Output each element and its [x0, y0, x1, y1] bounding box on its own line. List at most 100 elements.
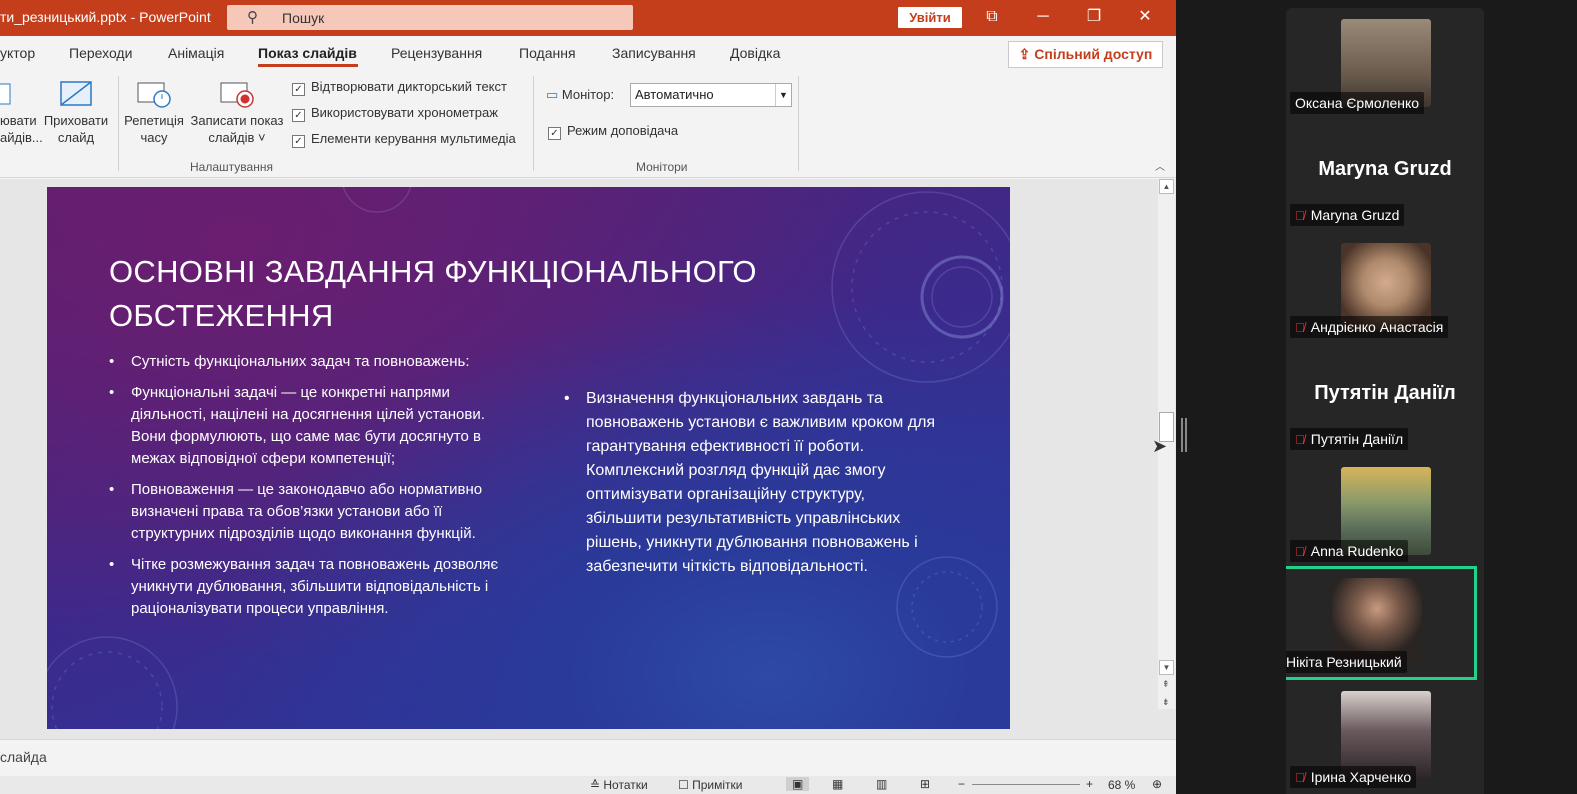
tab-slideshow[interactable]: Показ слайдів [258, 45, 357, 61]
share-label: Спільний доступ [1034, 46, 1153, 62]
use-timings-checkbox[interactable]: ✓ Використовувати хронометраж [292, 105, 498, 122]
participant-tile[interactable]: Maryna Gruzd 🎙̸ Maryna Gruzd [1286, 120, 1484, 232]
mic-muted-icon: 🎙̸ [1295, 770, 1305, 785]
monitor-label-wrap: ▭ Монітор: [546, 87, 614, 103]
tab-review[interactable]: Рецензування [391, 45, 482, 61]
tab-animations[interactable]: Анімація [168, 45, 224, 61]
participant-name-text: Оксана Єрмоленко [1295, 95, 1420, 111]
prev-slide-icon[interactable]: ⇞ [1162, 679, 1170, 690]
zoom-slider[interactable] [972, 784, 1080, 785]
notes-pane[interactable]: слайда [0, 739, 1176, 775]
play-narrations-label: Відтворювати дикторський текст [311, 79, 507, 94]
next-slide-icon[interactable]: ⇟ [1162, 697, 1170, 708]
tab-design[interactable]: уктор [0, 45, 35, 61]
share-button[interactable]: ⇪ Спільний доступ [1008, 41, 1163, 68]
hide-slide-icon [60, 81, 92, 106]
list-item: Визначення функціональних завдань та пов… [564, 387, 944, 579]
monitor-value: Автоматично [635, 87, 714, 102]
list-item: Чітке розмежування задач та повноважень … [109, 554, 509, 620]
slideshow-view-icon[interactable]: ⊞ [920, 777, 930, 791]
participant-tile[interactable]: 🎙̸ Ірина Харченко [1286, 680, 1484, 792]
participant-display-name: Путятін Даніїл [1314, 382, 1456, 404]
zoom-in-icon[interactable]: + [1086, 777, 1093, 791]
monitor-select[interactable]: Автоматично ▼ [630, 83, 792, 107]
participant-name-text: Maryna Gruzd [1310, 207, 1400, 223]
mouse-cursor-icon: ➤ [1152, 436, 1168, 456]
notes-toggle-label: Нотатки [603, 778, 648, 792]
slide-sorter-icon[interactable]: ▦ [832, 777, 843, 791]
restore-icon[interactable]: ❐ [1079, 6, 1109, 30]
play-narrations-checkbox[interactable]: ✓ Відтворювати дикторський текст [292, 79, 507, 96]
mic-muted-icon: 🎙̸ [1295, 320, 1305, 335]
participant-name-text: Ірина Харченко [1310, 769, 1412, 785]
participant-name: 🎙̸ Андрієнко Анастасія [1290, 316, 1449, 338]
participants-gallery: Оксана Єрмоленко Maryna Gruzd 🎙̸ Maryna G… [1286, 8, 1484, 794]
status-bar: ≙ Нотатки ☐ Примітки ▣ ▦ ▥ ⊞ − + 68 % ⊕ [0, 776, 1176, 794]
close-icon[interactable]: ✕ [1130, 6, 1160, 30]
participant-tile[interactable]: Оксана Єрмоленко [1286, 8, 1484, 120]
zoom-level[interactable]: 68 % [1108, 778, 1135, 792]
ribbon-display-icon[interactable]: ⧉ [977, 6, 1007, 30]
rehearse-timings-button[interactable]: Репетиція часу [121, 80, 187, 146]
search-box[interactable]: ⚲ Пошук [227, 5, 633, 30]
fit-slide-icon[interactable]: ⊕ [1152, 777, 1162, 791]
separator [798, 76, 799, 171]
reading-view-icon[interactable]: ▥ [876, 777, 887, 791]
participant-tile[interactable]: 🎙̸ Anna Rudenko [1286, 456, 1484, 568]
minimize-icon[interactable]: ─ [1028, 6, 1058, 30]
checkbox-checked-icon: ✓ [292, 83, 305, 96]
active-tab-indicator [258, 64, 358, 67]
checkbox-checked-icon: ✓ [292, 109, 305, 122]
participant-name: 🎙̸ Anna Rudenko [1290, 540, 1409, 562]
tab-record[interactable]: Записування [612, 45, 696, 61]
participant-tile[interactable]: 🎙̸ Андрієнко Анастасія [1286, 232, 1484, 344]
normal-view-icon[interactable]: ▣ [786, 777, 810, 791]
checkbox-checked-icon: ✓ [548, 127, 561, 140]
setup-slideshow-button[interactable]: ювати айдів... [0, 80, 43, 146]
tab-transitions[interactable]: Переходи [69, 45, 132, 61]
hide-slide-button[interactable]: Приховати слайд [41, 80, 111, 146]
scroll-up-icon[interactable]: ▲ [1159, 179, 1174, 194]
participant-name: 🎙̸ Ірина Харченко [1290, 766, 1417, 788]
presenter-view-label: Режим доповідача [567, 123, 679, 138]
slide-canvas[interactable]: Основні завдання функціонального обстеже… [47, 187, 1010, 729]
setup-slideshow-label: ювати айдів... [0, 113, 43, 145]
show-media-controls-checkbox[interactable]: ✓ Елементи керування мультимедіа [292, 131, 516, 148]
participant-tile-active-speaker[interactable]: Нікіта Резницький [1286, 566, 1477, 680]
record-icon [220, 82, 254, 108]
participant-tile[interactable]: Путятін Даніїл 🎙̸ Путятін Даніїл [1286, 344, 1484, 456]
presenter-view-checkbox[interactable]: ✓ Режим доповідача [548, 123, 678, 140]
signin-button[interactable]: Увійти [898, 7, 962, 28]
list-item: Повноваження — це законодавчо або нормат… [109, 479, 509, 545]
record-slideshow-label: Записати показ слайдів ˅ [190, 113, 284, 145]
slide-bullets-left[interactable]: Сутність функціональних задач та повнова… [109, 351, 509, 629]
participant-display-name: Maryna Gruzd [1318, 158, 1452, 180]
ribbon-slideshow: ювати айдів... Приховати слайд Репетиція… [0, 72, 1176, 178]
list-item: Сутність функціональних задач та повнова… [109, 351, 509, 373]
comments-toggle-label: Примітки [692, 778, 743, 792]
zoom-out-icon[interactable]: − [958, 777, 965, 791]
comments-toggle[interactable]: ☐ Примітки [678, 778, 742, 792]
record-slideshow-button[interactable]: Записати показ слайдів ˅ [188, 80, 286, 146]
notes-toggle[interactable]: ≙ Нотатки [590, 778, 648, 792]
collapse-ribbon-icon[interactable]: ︿ [1155, 158, 1165, 173]
mic-muted-icon: 🎙̸ [1295, 208, 1305, 223]
checkbox-checked-icon: ✓ [292, 135, 305, 148]
slide-bullets-right[interactable]: Визначення функціональних завдань та пов… [564, 387, 944, 588]
rehearse-timings-icon [137, 82, 171, 108]
notes-placeholder: слайда [0, 749, 47, 765]
slide-title[interactable]: Основні завдання функціонального обстеже… [109, 250, 809, 338]
scroll-down-icon[interactable]: ▼ [1159, 660, 1174, 675]
powerpoint-window: ти_резницький.pptx - PowerPoint ⚲ Пошук … [0, 0, 1176, 794]
rehearse-timings-label: Репетиція часу [124, 113, 184, 145]
panel-resize-handle[interactable] [1181, 418, 1187, 452]
slide-editing-area: Основні завдання функціонального обстеже… [0, 179, 1176, 739]
monitor-label: Монітор: [561, 87, 615, 102]
tab-view[interactable]: Подання [519, 45, 576, 61]
participant-name: Оксана Єрмоленко [1290, 92, 1425, 114]
participant-name: Нікіта Резницький [1286, 651, 1407, 673]
title-bar: ти_резницький.pptx - PowerPoint ⚲ Пошук … [0, 0, 1176, 36]
chevron-down-icon: ▼ [775, 84, 791, 106]
mic-muted-icon: 🎙̸ [1295, 432, 1305, 447]
tab-help[interactable]: Довідка [730, 45, 780, 61]
